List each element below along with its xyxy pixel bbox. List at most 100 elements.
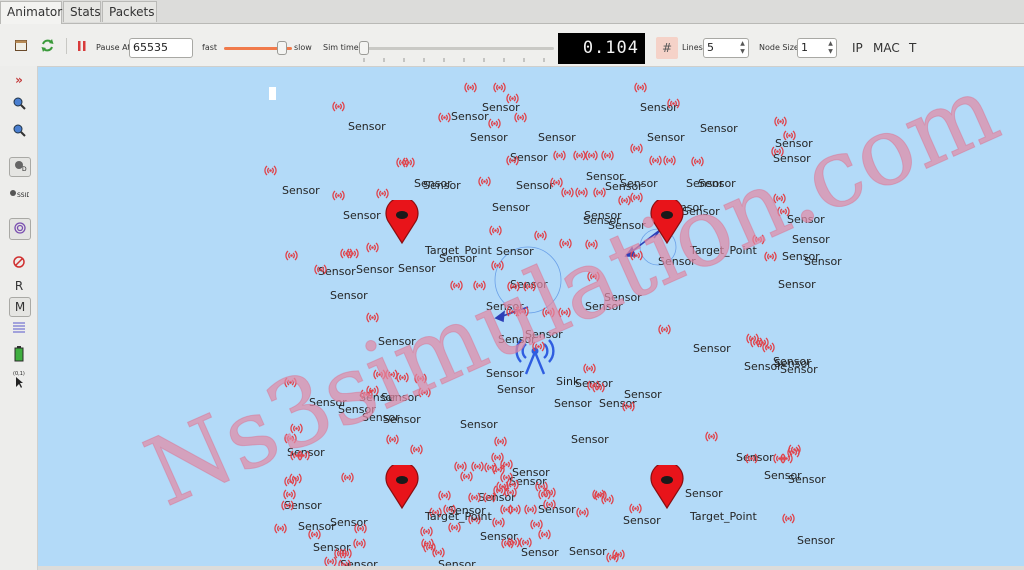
- sensor-node-signal-icon[interactable]: [448, 522, 461, 533]
- sensor-node-signal-icon[interactable]: [488, 118, 501, 129]
- sensor-node-signal-icon[interactable]: [396, 372, 409, 383]
- sensor-node-signal-icon[interactable]: [339, 548, 352, 559]
- sensor-node-signal-icon[interactable]: [308, 529, 321, 540]
- target-point-marker-icon[interactable]: [382, 200, 422, 244]
- sensor-node-signal-icon[interactable]: [376, 188, 389, 199]
- sensor-node-signal-icon[interactable]: [283, 489, 296, 500]
- sensor-node-signal-icon[interactable]: [507, 281, 520, 292]
- sensor-node-signal-icon[interactable]: [471, 461, 484, 472]
- sensor-node-signal-icon[interactable]: [438, 490, 451, 501]
- sensor-node-signal-icon[interactable]: [460, 471, 473, 482]
- ip-toggle[interactable]: IP: [852, 41, 863, 55]
- sensor-node-signal-icon[interactable]: [705, 431, 718, 442]
- sensor-node-signal-icon[interactable]: [514, 112, 527, 123]
- sensor-node-signal-icon[interactable]: [587, 271, 600, 282]
- m-toggle[interactable]: M: [9, 297, 31, 317]
- node-id-icon[interactable]: D: [9, 157, 31, 177]
- sensor-node-signal-icon[interactable]: [561, 187, 574, 198]
- sensor-node-signal-icon[interactable]: [559, 238, 572, 249]
- zoom-out-icon[interactable]: [9, 123, 29, 140]
- lines-list-icon[interactable]: [9, 321, 29, 338]
- sensor-node-signal-icon[interactable]: [332, 101, 345, 112]
- sensor-node-signal-icon[interactable]: [782, 513, 795, 524]
- sensor-node-signal-icon[interactable]: [473, 280, 486, 291]
- sensor-node-signal-icon[interactable]: [663, 155, 676, 166]
- sensor-node-signal-icon[interactable]: [777, 206, 790, 217]
- target-point-marker-icon[interactable]: [382, 465, 422, 509]
- sensor-node-signal-icon[interactable]: [601, 494, 614, 505]
- pause-at-input[interactable]: 65535: [129, 38, 193, 58]
- no-entry-icon[interactable]: [9, 255, 29, 272]
- reload-icon[interactable]: [40, 38, 55, 56]
- sensor-node-signal-icon[interactable]: [773, 193, 786, 204]
- fingerprint-icon[interactable]: [9, 218, 31, 240]
- sensor-node-signal-icon[interactable]: [402, 157, 415, 168]
- tab-animator[interactable]: Animator: [0, 1, 62, 24]
- grid-toggle-button[interactable]: #: [656, 37, 678, 59]
- sensor-node-signal-icon[interactable]: [634, 82, 647, 93]
- sensor-node-signal-icon[interactable]: [284, 377, 297, 388]
- sensor-node-signal-icon[interactable]: [332, 190, 345, 201]
- target-point-marker-icon[interactable]: [647, 465, 687, 509]
- sensor-node-signal-icon[interactable]: [468, 492, 481, 503]
- sim-time-slider-handle[interactable]: [359, 41, 369, 55]
- sensor-node-signal-icon[interactable]: [543, 499, 556, 510]
- sensor-node-signal-icon[interactable]: [438, 112, 451, 123]
- t-toggle[interactable]: T: [909, 41, 916, 55]
- sensor-node-signal-icon[interactable]: [538, 529, 551, 540]
- sensor-node-signal-icon[interactable]: [532, 341, 545, 352]
- sensor-node-signal-icon[interactable]: [553, 150, 566, 161]
- pause-icon[interactable]: [76, 39, 88, 56]
- node-size-select[interactable]: 1 ▲ ▼: [797, 38, 837, 58]
- sensor-node-signal-icon[interactable]: [585, 150, 598, 161]
- battery-icon[interactable]: [9, 346, 29, 365]
- pointer-coordinates-icon[interactable]: (0,1): [9, 370, 29, 391]
- sensor-node-signal-icon[interactable]: [450, 280, 463, 291]
- sensor-node-signal-icon[interactable]: [506, 155, 519, 166]
- sensor-node-signal-icon[interactable]: [523, 281, 536, 292]
- sensor-node-signal-icon[interactable]: [274, 523, 287, 534]
- sensor-node-signal-icon[interactable]: [783, 130, 796, 141]
- sensor-node-signal-icon[interactable]: [493, 82, 506, 93]
- sensor-node-signal-icon[interactable]: [764, 251, 777, 262]
- sensor-node-signal-icon[interactable]: [612, 549, 625, 560]
- sensor-node-signal-icon[interactable]: [492, 517, 505, 528]
- sensor-node-signal-icon[interactable]: [418, 387, 431, 398]
- sensor-node-signal-icon[interactable]: [583, 363, 596, 374]
- horizontal-scrollbar[interactable]: [38, 566, 1024, 570]
- sensor-node-signal-icon[interactable]: [346, 248, 359, 259]
- sensor-node-signal-icon[interactable]: [386, 434, 399, 445]
- r-toggle[interactable]: R: [9, 279, 29, 293]
- sensor-node-signal-icon[interactable]: [314, 264, 327, 275]
- sensor-node-signal-icon[interactable]: [516, 306, 529, 317]
- sensor-node-signal-icon[interactable]: [691, 156, 704, 167]
- sensor-node-signal-icon[interactable]: [297, 450, 310, 461]
- sensor-node-signal-icon[interactable]: [558, 307, 571, 318]
- speed-slider-handle[interactable]: [277, 41, 287, 55]
- sensor-node-signal-icon[interactable]: [658, 324, 671, 335]
- mac-toggle[interactable]: MAC: [873, 41, 900, 55]
- sim-time-slider-track[interactable]: [362, 47, 554, 50]
- sensor-node-signal-icon[interactable]: [630, 143, 643, 154]
- target-point-marker-icon[interactable]: [647, 200, 687, 244]
- tab-packets[interactable]: Packets: [102, 1, 157, 22]
- sensor-node-signal-icon[interactable]: [585, 239, 598, 250]
- sensor-node-signal-icon[interactable]: [341, 472, 354, 483]
- tab-stats[interactable]: Stats: [63, 1, 101, 22]
- sensor-node-signal-icon[interactable]: [264, 165, 277, 176]
- sensor-node-signal-icon[interactable]: [285, 250, 298, 261]
- zoom-in-icon[interactable]: [9, 96, 29, 113]
- sensor-node-signal-icon[interactable]: [366, 242, 379, 253]
- sensor-node-signal-icon[interactable]: [491, 452, 504, 463]
- dropdown-arrows-icon[interactable]: ▲ ▼: [826, 40, 835, 56]
- sensor-node-signal-icon[interactable]: [491, 260, 504, 271]
- sensor-node-signal-icon[interactable]: [788, 444, 801, 455]
- sensor-node-signal-icon[interactable]: [630, 250, 643, 261]
- sensor-node-signal-icon[interactable]: [649, 155, 662, 166]
- sensor-node-signal-icon[interactable]: [667, 98, 680, 109]
- sensor-node-signal-icon[interactable]: [745, 453, 758, 464]
- sensor-node-signal-icon[interactable]: [496, 481, 509, 492]
- sensor-node-signal-icon[interactable]: [420, 526, 433, 537]
- sensor-node-signal-icon[interactable]: [534, 230, 547, 241]
- sensor-node-signal-icon[interactable]: [414, 373, 427, 384]
